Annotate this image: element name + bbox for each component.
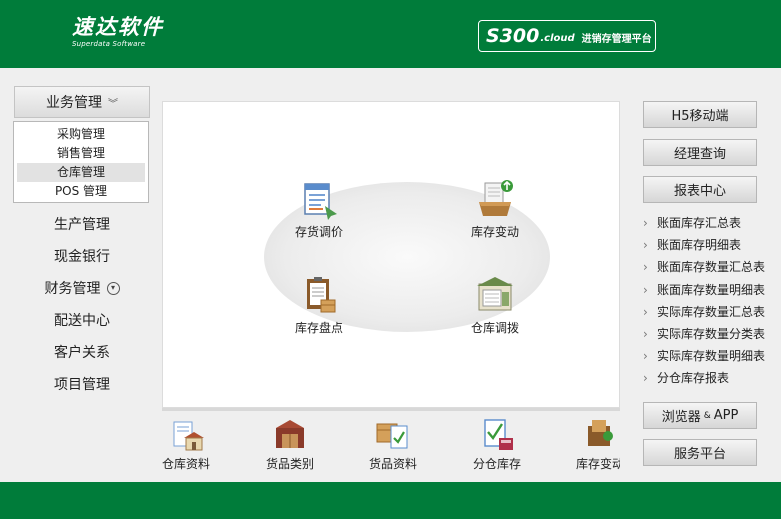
button-label: 服务平台 [673,447,726,462]
double-chevron-down-icon: ︾ [108,98,118,110]
superdata-logo: 速达软件 Superdata Software [72,16,164,48]
business-submenu: 采购管理 销售管理 仓库管理 POS 管理 [13,121,149,203]
nav-production[interactable]: 生产管理 [14,208,150,240]
fn-label: 库存盘点 [294,321,343,335]
chevron-right-icon: › [643,349,648,364]
report-center-button[interactable]: 报表中心 [643,176,757,203]
report-item[interactable]: › 实际库存数量分类表 [643,323,781,345]
goods-info-icon [376,423,408,449]
stock-change-icon [588,420,613,446]
report-item[interactable]: › 实际库存数量汇总表 [643,301,781,323]
nav-business-management[interactable]: 业务管理 ︾ [14,86,150,118]
nav-label: 项目管理 [54,377,110,393]
report-label: 分仓库存报表 [657,371,730,386]
logo-chinese: 速达软件 [72,15,164,39]
logo-english: Superdata Software [72,40,146,48]
button-label: APP [713,408,739,423]
chevron-right-icon: › [643,304,648,319]
report-item[interactable]: › 实际库存数量明细表 [643,345,781,367]
fn-warehouse-transfer[interactable]: 仓库调拨 [450,274,540,336]
product-code: S300 [486,25,540,47]
report-label: 账面库存数量明细表 [657,282,766,297]
nav-project[interactable]: 项目管理 [14,368,150,400]
quick-label: 仓库资料 [162,457,210,471]
fn-label: 库存变动 [470,225,519,239]
warehouse-info-icon [173,421,204,451]
fn-stock-take[interactable]: 库存盘点 [274,274,364,336]
warehouse-transfer-icon [477,277,513,311]
report-label: 账面库存汇总表 [657,216,742,230]
price-list-icon [304,183,337,220]
fn-label: 仓库调拨 [470,321,519,335]
quick-label: 分仓库存 [472,457,521,471]
submenu-sales[interactable]: 销售管理 [17,144,145,163]
submenu-purchase[interactable]: 采购管理 [17,125,145,144]
chevron-right-icon: › [643,238,648,253]
browser-app-button[interactable]: 浏览器 & APP [643,402,757,429]
function-panel: 存货调价 库存变动 库存盘点 仓库调拨 [162,101,620,408]
stock-tray-icon [479,180,513,216]
quick-stock-change[interactable]: 库存变动 [555,414,620,472]
nav-label: 客户关系 [54,345,110,361]
expand-chevron-icon: ▾ [106,281,120,295]
chevron-right-icon: › [643,326,648,341]
submenu-warehouse[interactable]: 仓库管理 [17,163,145,182]
report-label: 账面库存明细表 [657,238,742,253]
report-label: 实际库存数量明细表 [657,349,766,364]
nav-label: 生产管理 [54,217,110,233]
product-cloud: .cloud [540,33,575,44]
platform-name: 进销存管理平台 [581,33,652,45]
report-label: 实际库存数量分类表 [657,326,766,341]
chevron-right-icon: › [643,282,648,297]
report-item[interactable]: › 账面库存明细表 [643,234,781,256]
nav-cash-bank[interactable]: 现金银行 [14,240,150,272]
report-list: › 账面库存汇总表 › 账面库存明细表 › 账面库存数量汇总表 › 账面库存数量明细表 … [643,212,781,390]
fn-stock-change[interactable]: 库存变动 [450,178,540,240]
ampersand-text: & [703,410,711,421]
submenu-pos[interactable]: POS 管理 [17,182,145,201]
branch-stock-icon [484,419,513,450]
quick-label: 货品资料 [368,457,417,471]
nav-finance[interactable]: 财务管理 ▾ [14,272,150,304]
manager-query-button[interactable]: 经理查询 [643,139,757,166]
quick-goods-category[interactable]: 货品类别 [245,414,335,472]
report-item[interactable]: › 账面库存数量明细表 [643,279,781,301]
clipboard-boxes-icon [307,277,336,313]
report-label: 账面库存数量汇总表 [657,260,766,275]
button-label: 浏览器 [661,410,701,425]
button-label: 报表中心 [673,184,726,199]
chevron-right-icon: › [643,216,648,230]
report-label: 实际库存数量汇总表 [657,304,766,319]
panel-divider [162,408,620,411]
quick-label: 库存变动 [575,457,620,471]
nav-label: 业务管理 [46,95,102,111]
quick-label: 货品类别 [265,457,314,471]
button-label: H5移动端 [671,109,729,124]
chevron-right-icon: › [643,260,648,275]
report-item[interactable]: › 账面库存汇总表 [643,212,781,234]
bottom-bar [0,482,781,519]
nav-crm[interactable]: 客户关系 [14,336,150,368]
report-item[interactable]: › 账面库存数量汇总表 [643,256,781,278]
report-item[interactable]: › 分仓库存报表 [643,367,781,389]
quick-access-row: 仓库资料 货品类别 货品资料 分仓库存 库存变动 [162,414,620,478]
goods-category-icon [276,420,304,448]
nav-delivery[interactable]: 配送中心 [14,304,150,336]
h5-mobile-button[interactable]: H5移动端 [643,101,757,128]
chevron-right-icon: › [643,371,648,386]
nav-label: 现金银行 [54,249,110,265]
fn-price-adjust[interactable]: 存货调价 [274,178,364,240]
button-label: 经理查询 [673,147,726,162]
fn-label: 存货调价 [294,225,343,239]
nav-label: 财务管理 [44,281,101,297]
nav-label: 配送中心 [54,313,110,329]
quick-branch-stock[interactable]: 分仓库存 [452,414,542,472]
platform-badge: S300 .cloud 进销存管理平台 [478,20,656,52]
quick-warehouse-info[interactable]: 仓库资料 [162,414,231,472]
service-platform-button[interactable]: 服务平台 [643,439,757,466]
quick-goods-info[interactable]: 货品资料 [348,414,438,472]
top-header: 速达软件 Superdata Software S300 .cloud 进销存管… [0,0,781,68]
